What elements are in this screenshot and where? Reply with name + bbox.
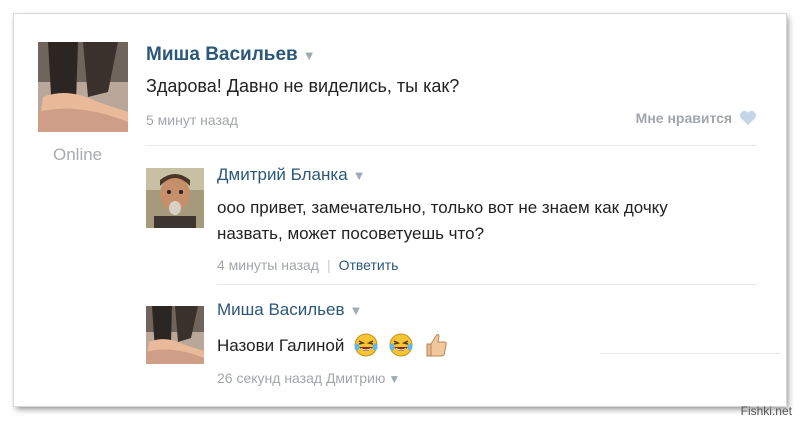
divider bbox=[217, 284, 757, 285]
avatar-photo bbox=[146, 168, 204, 228]
divider bbox=[146, 145, 756, 146]
post-timestamp[interactable]: 5 минут назад bbox=[146, 112, 238, 128]
chevron-down-icon[interactable]: ▼ bbox=[388, 372, 400, 386]
thumbs-up-icon bbox=[426, 334, 447, 357]
divider bbox=[600, 353, 780, 354]
commenter-name[interactable]: Дмитрий Бланка ▼ bbox=[217, 165, 366, 185]
comment-text-line: назвать, может посоветуешь что? bbox=[217, 224, 485, 243]
avatar-commenter[interactable] bbox=[146, 168, 204, 228]
laughing-crying-face-icon bbox=[354, 333, 378, 357]
heart-icon bbox=[740, 110, 756, 126]
post-author-name[interactable]: Миша Васильев ▼ bbox=[146, 44, 316, 66]
avatar-photo bbox=[146, 306, 204, 364]
like-button[interactable]: Мне нравится bbox=[636, 110, 757, 126]
watermark: Fishki.net bbox=[740, 404, 792, 418]
comment-text-line: ооо привет, замечательно, только вот не … bbox=[217, 198, 668, 217]
reply-button[interactable]: Ответить bbox=[339, 257, 399, 273]
like-label: Мне нравится bbox=[635, 110, 733, 126]
reply-timestamp[interactable]: 26 секунд назад Дмитрию bbox=[217, 370, 385, 386]
online-status: Online bbox=[53, 145, 103, 164]
comment-meta: 4 минуты назад | Ответить bbox=[217, 257, 398, 273]
chevron-down-icon[interactable]: ▼ bbox=[353, 168, 366, 183]
reply-author-name[interactable]: Миша Васильев ▼ bbox=[217, 300, 362, 320]
avatar-photo bbox=[38, 42, 128, 132]
reply-text: Назови Галиной bbox=[217, 332, 449, 358]
commenter-label[interactable]: Дмитрий Бланка bbox=[217, 165, 348, 184]
post-author-label[interactable]: Миша Васильев bbox=[146, 44, 298, 65]
avatar-author[interactable] bbox=[146, 306, 204, 364]
reply-text-label: Назови Галиной bbox=[217, 336, 345, 355]
meta-separator: | bbox=[326, 257, 331, 273]
comment-text: ооо привет, замечательно, только вот не … bbox=[217, 195, 757, 247]
laughing-crying-face-icon bbox=[389, 333, 413, 357]
reply-meta: 26 секунд назад Дмитрию ▼ bbox=[217, 370, 400, 386]
chevron-down-icon[interactable]: ▼ bbox=[350, 303, 363, 318]
comment-timestamp[interactable]: 4 минуты назад bbox=[217, 257, 319, 273]
avatar-author[interactable] bbox=[38, 42, 128, 132]
chevron-down-icon[interactable]: ▼ bbox=[303, 48, 316, 63]
post-text: Здарова! Давно не виделись, ты как? bbox=[146, 76, 460, 96]
reply-author-label[interactable]: Миша Васильев bbox=[217, 300, 345, 319]
